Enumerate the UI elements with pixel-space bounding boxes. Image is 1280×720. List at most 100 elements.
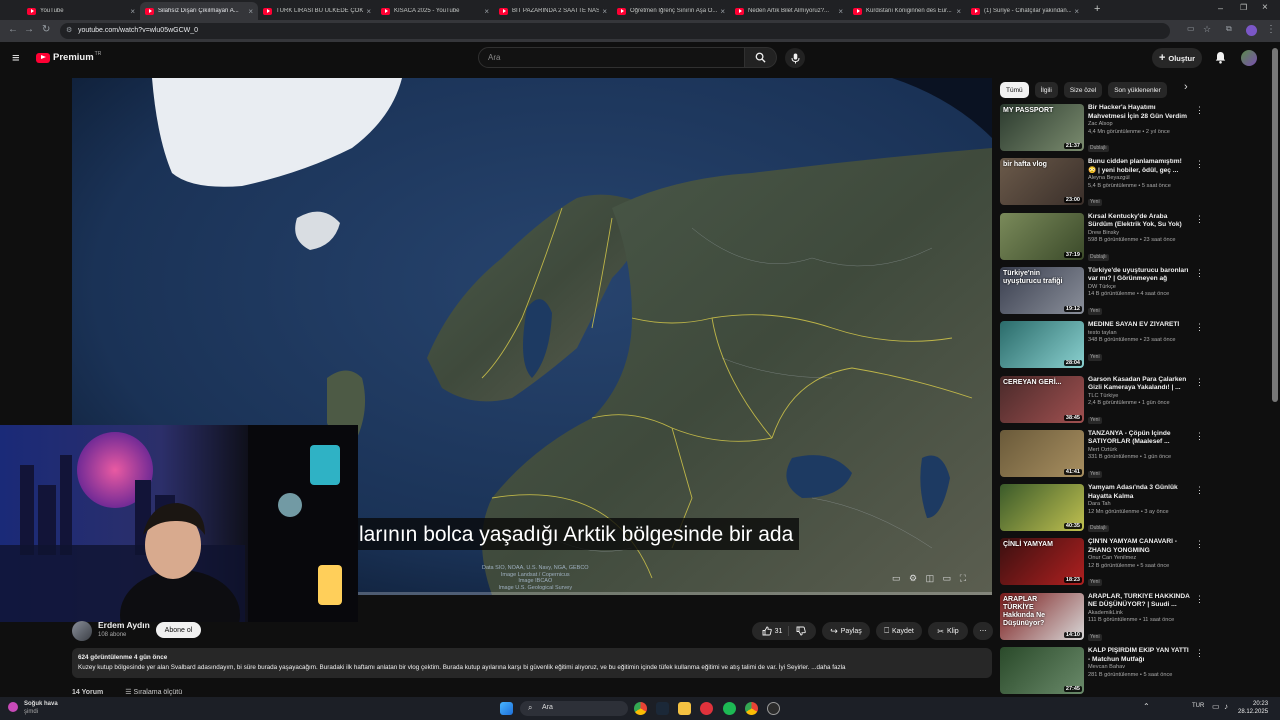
profile-avatar[interactable] bbox=[1246, 25, 1257, 36]
video-channel[interactable]: DW Türkçe bbox=[1088, 284, 1191, 292]
video-thumbnail[interactable]: 37:19 bbox=[1000, 212, 1084, 260]
search-button[interactable] bbox=[745, 47, 777, 68]
close-icon[interactable]: × bbox=[838, 7, 843, 16]
more-options-icon[interactable]: ⋮ bbox=[1195, 431, 1204, 442]
video-title[interactable]: ARAPLAR, TÜRKİYE HAKKINDA NE DÜŞÜNÜYOR? … bbox=[1088, 593, 1191, 610]
subtitles-icon[interactable]: ▭ bbox=[892, 573, 904, 583]
more-options-icon[interactable]: ⋮ bbox=[1195, 485, 1204, 496]
spotify-icon[interactable] bbox=[723, 702, 736, 715]
browser-tab[interactable]: Neden Artık Bilet Almıyoruz?... × bbox=[730, 2, 848, 20]
restore-icon[interactable]: ❐ bbox=[1240, 3, 1247, 12]
browser-tab[interactable]: TÜRK LİRASI BU ÜLKEDE ÇOK D...× bbox=[258, 2, 376, 20]
close-icon[interactable]: × bbox=[720, 7, 725, 16]
extensions-icon[interactable]: ⧉ bbox=[1226, 24, 1232, 34]
volume-icon[interactable]: ♪ bbox=[1224, 702, 1228, 711]
more-options-icon[interactable]: ⋮ bbox=[1195, 105, 1204, 116]
video-channel[interactable]: Mert Öztürk bbox=[1088, 447, 1191, 455]
video-channel[interactable]: Zac Alsop bbox=[1088, 121, 1191, 129]
close-icon[interactable]: × bbox=[956, 7, 961, 16]
video-title[interactable]: KALP PİŞİRDİM EKİP YAN YATTI - Matchun M… bbox=[1088, 647, 1191, 664]
video-thumbnail[interactable]: CEREYAN GERİ... 38:45 bbox=[1000, 375, 1084, 423]
browser-tab[interactable]: (1) Suriye - Cihatçılar yakından... × bbox=[966, 2, 1084, 20]
chrome-active-icon[interactable] bbox=[745, 702, 758, 715]
video-channel[interactable]: TLC Türkiye bbox=[1088, 393, 1191, 401]
sort-label[interactable]: Sıralama ölçütü bbox=[133, 689, 182, 696]
browser-tab[interactable]: BİT PAZARINDA 2 SAATTE NASI... × bbox=[494, 2, 612, 20]
chip-all[interactable]: Tümü bbox=[1000, 82, 1029, 98]
recommended-video[interactable]: MY PASSPORT 21:37 Bir Hacker'a Hayatımı Ma… bbox=[1000, 104, 1204, 154]
weather-widget[interactable]: Soğuk hava şimdi bbox=[8, 700, 58, 716]
forward-arrow-icon[interactable]: → bbox=[24, 24, 34, 35]
subscribe-button[interactable]: Abone ol bbox=[156, 622, 201, 638]
notifications-bell-icon[interactable] bbox=[1215, 51, 1226, 64]
browser-tab[interactable]: Kürdistanı Königinnen des Eur... × bbox=[848, 2, 966, 20]
chevron-right-icon[interactable]: › bbox=[1184, 81, 1188, 93]
browser-tab-active[interactable]: Silahsız Dışarı Çıkılmayan A... × bbox=[140, 2, 258, 20]
file-explorer-icon[interactable] bbox=[678, 702, 691, 715]
fullscreen-icon[interactable]: ⛶ bbox=[960, 573, 969, 583]
language-indicator[interactable]: TUR bbox=[1192, 703, 1204, 709]
video-title[interactable]: Bunu ciddən planlamamıştım! 😳 | yeni hob… bbox=[1088, 158, 1191, 175]
video-title[interactable]: MEDİNE SAYAN EV ZİYARETİ bbox=[1088, 321, 1191, 330]
steam-icon[interactable] bbox=[656, 702, 669, 715]
more-options-icon[interactable]: ⋮ bbox=[1195, 648, 1204, 659]
recommended-video[interactable]: 28:04 MEDİNE SAYAN EV ZİYARETİ testo tayla… bbox=[1000, 321, 1204, 371]
video-thumbnail[interactable]: MY PASSPORT 21:37 bbox=[1000, 104, 1084, 151]
new-tab-plus-icon[interactable]: + bbox=[1094, 3, 1100, 15]
opera-icon[interactable] bbox=[700, 702, 713, 715]
recommended-video[interactable]: ARAPLAR TÜRKİYE Hakkında Ne Düşünüyor? 14… bbox=[1000, 592, 1204, 643]
video-title[interactable]: Bir Hacker'a Hayatımı Mahvetmesi İçin 28… bbox=[1088, 104, 1191, 121]
video-channel[interactable]: Aleyna Beyazgül bbox=[1088, 175, 1191, 183]
thumbs-down-icon[interactable] bbox=[796, 626, 807, 636]
recommended-video[interactable]: Türkiye'nin uyuşturucu trafiği 19:12 Türki… bbox=[1000, 266, 1204, 317]
reload-icon[interactable]: ↻ bbox=[42, 24, 50, 35]
chip-recently-uploaded[interactable]: Son yüklenenler bbox=[1108, 82, 1167, 98]
video-title[interactable]: Garson Kasadan Para Çalarken Gizli Kamer… bbox=[1088, 376, 1191, 393]
video-title[interactable]: TANZANYA - Çöpün İçinde SATIYORLAR (Maal… bbox=[1088, 430, 1191, 447]
create-button[interactable]: + Oluştur bbox=[1152, 48, 1202, 68]
close-icon[interactable]: × bbox=[1074, 7, 1079, 16]
tray-chevron-icon[interactable]: ⌃ bbox=[1143, 702, 1150, 711]
more-options-icon[interactable]: ⋮ bbox=[1195, 322, 1204, 333]
page-scrollbar[interactable] bbox=[1272, 48, 1278, 402]
video-thumbnail[interactable]: 28:04 bbox=[1000, 321, 1084, 369]
youtube-premium-logo[interactable]: Premium TR bbox=[36, 51, 101, 63]
video-channel[interactable]: testo taylan bbox=[1088, 330, 1191, 338]
browser-tab[interactable]: YouTube × bbox=[22, 2, 140, 20]
video-channel[interactable]: Onur Can Yenilmez bbox=[1088, 555, 1191, 563]
system-clock[interactable]: 20:23 28.12.2025 bbox=[1238, 700, 1268, 716]
browser-tab[interactable]: KISACA 2025 - YouTube × bbox=[376, 2, 494, 20]
like-button[interactable]: 31 bbox=[762, 626, 790, 636]
voice-search-button[interactable] bbox=[785, 48, 805, 68]
video-channel[interactable]: Mevcan Bahav bbox=[1088, 664, 1191, 672]
recommended-video[interactable]: CEREYAN GERİ... 38:45 Garson Kasadan Para … bbox=[1000, 375, 1204, 426]
recommended-video[interactable]: 27:45 KALP PİŞİRDİM EKİP YAN YATTI - Matc… bbox=[1000, 647, 1204, 697]
close-icon[interactable]: × bbox=[248, 7, 253, 16]
back-arrow-icon[interactable]: ← bbox=[8, 24, 18, 35]
close-icon[interactable]: × bbox=[366, 7, 371, 16]
video-title[interactable]: ÇİN'İN YAMYAM CANAVARI - ZHANG YONGMING bbox=[1088, 538, 1191, 555]
recommended-video[interactable]: 40:35 Yamyam Adası'nda 3 Günlük Hayatta K… bbox=[1000, 484, 1204, 534]
more-options-icon[interactable]: ⋮ bbox=[1195, 214, 1204, 225]
network-icon[interactable]: ▭ bbox=[1212, 702, 1220, 711]
chip-related[interactable]: İlgili bbox=[1034, 82, 1058, 98]
sort-icon[interactable]: ☰ bbox=[125, 689, 131, 696]
video-thumbnail[interactable]: ARAPLAR TÜRKİYE Hakkında Ne Düşünüyor? 14… bbox=[1000, 592, 1084, 640]
clip-button[interactable]: ✂ Klip bbox=[928, 622, 968, 640]
share-button[interactable]: ↪ Paylaş bbox=[822, 622, 870, 640]
close-icon[interactable]: × bbox=[602, 7, 607, 16]
more-options-icon[interactable]: ⋮ bbox=[1195, 539, 1204, 550]
video-thumbnail[interactable]: 41:41 bbox=[1000, 429, 1084, 477]
channel-name[interactable]: Erdem Aydın bbox=[98, 620, 150, 630]
miniplayer-icon[interactable]: ◫ bbox=[926, 573, 938, 583]
video-thumbnail[interactable]: bir hafta vlog 23:00 bbox=[1000, 158, 1084, 206]
save-button[interactable]: ⎕ Kaydet bbox=[876, 622, 922, 640]
site-info-icon[interactable]: ⚙ bbox=[66, 26, 72, 34]
more-options-icon[interactable]: ⋮ bbox=[1195, 377, 1204, 388]
close-window-icon[interactable]: × bbox=[1262, 2, 1268, 13]
url-field[interactable]: ⚙ youtube.com/watch?v=wlu05wGCW_0 bbox=[60, 23, 1170, 39]
recommended-video[interactable]: 37:19 Kırsal Kentucky'de Araba Sürdüm (El… bbox=[1000, 212, 1204, 263]
video-thumbnail[interactable]: 40:35 bbox=[1000, 484, 1084, 532]
cast-icon[interactable]: ▭ bbox=[1187, 24, 1195, 33]
video-thumbnail[interactable]: ÇİNLİ YAMYAM 18:23 bbox=[1000, 538, 1084, 586]
